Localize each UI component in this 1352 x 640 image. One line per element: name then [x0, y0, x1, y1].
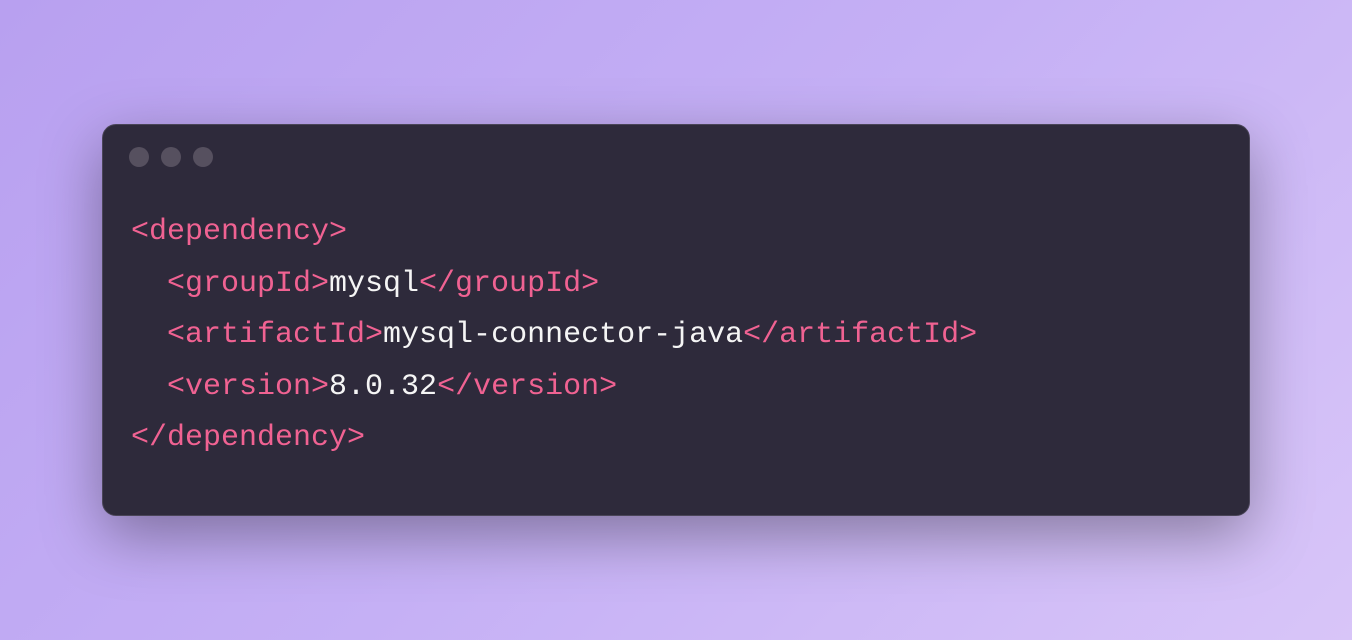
window-close-dot[interactable] [129, 147, 149, 167]
window-maximize-dot[interactable] [193, 147, 213, 167]
window-minimize-dot[interactable] [161, 147, 181, 167]
code-window: <dependency> <groupId>mysql</groupId> <a… [102, 124, 1250, 516]
groupid-value: mysql [329, 267, 419, 301]
code-block[interactable]: <dependency> <groupId>mysql</groupId> <a… [103, 177, 1249, 515]
artifactid-close-tag: </artifactId> [743, 318, 977, 352]
dependency-open-tag: <dependency> [131, 215, 347, 249]
dependency-close-tag: </dependency> [131, 421, 365, 455]
version-close-tag: </version> [437, 370, 617, 404]
groupid-close-tag: </groupId> [419, 267, 599, 301]
version-value: 8.0.32 [329, 370, 437, 404]
groupid-open-tag: <groupId> [167, 267, 329, 301]
artifactid-value: mysql-connector-java [383, 318, 743, 352]
version-open-tag: <version> [167, 370, 329, 404]
window-title-bar [103, 125, 1249, 177]
artifactid-open-tag: <artifactId> [167, 318, 383, 352]
